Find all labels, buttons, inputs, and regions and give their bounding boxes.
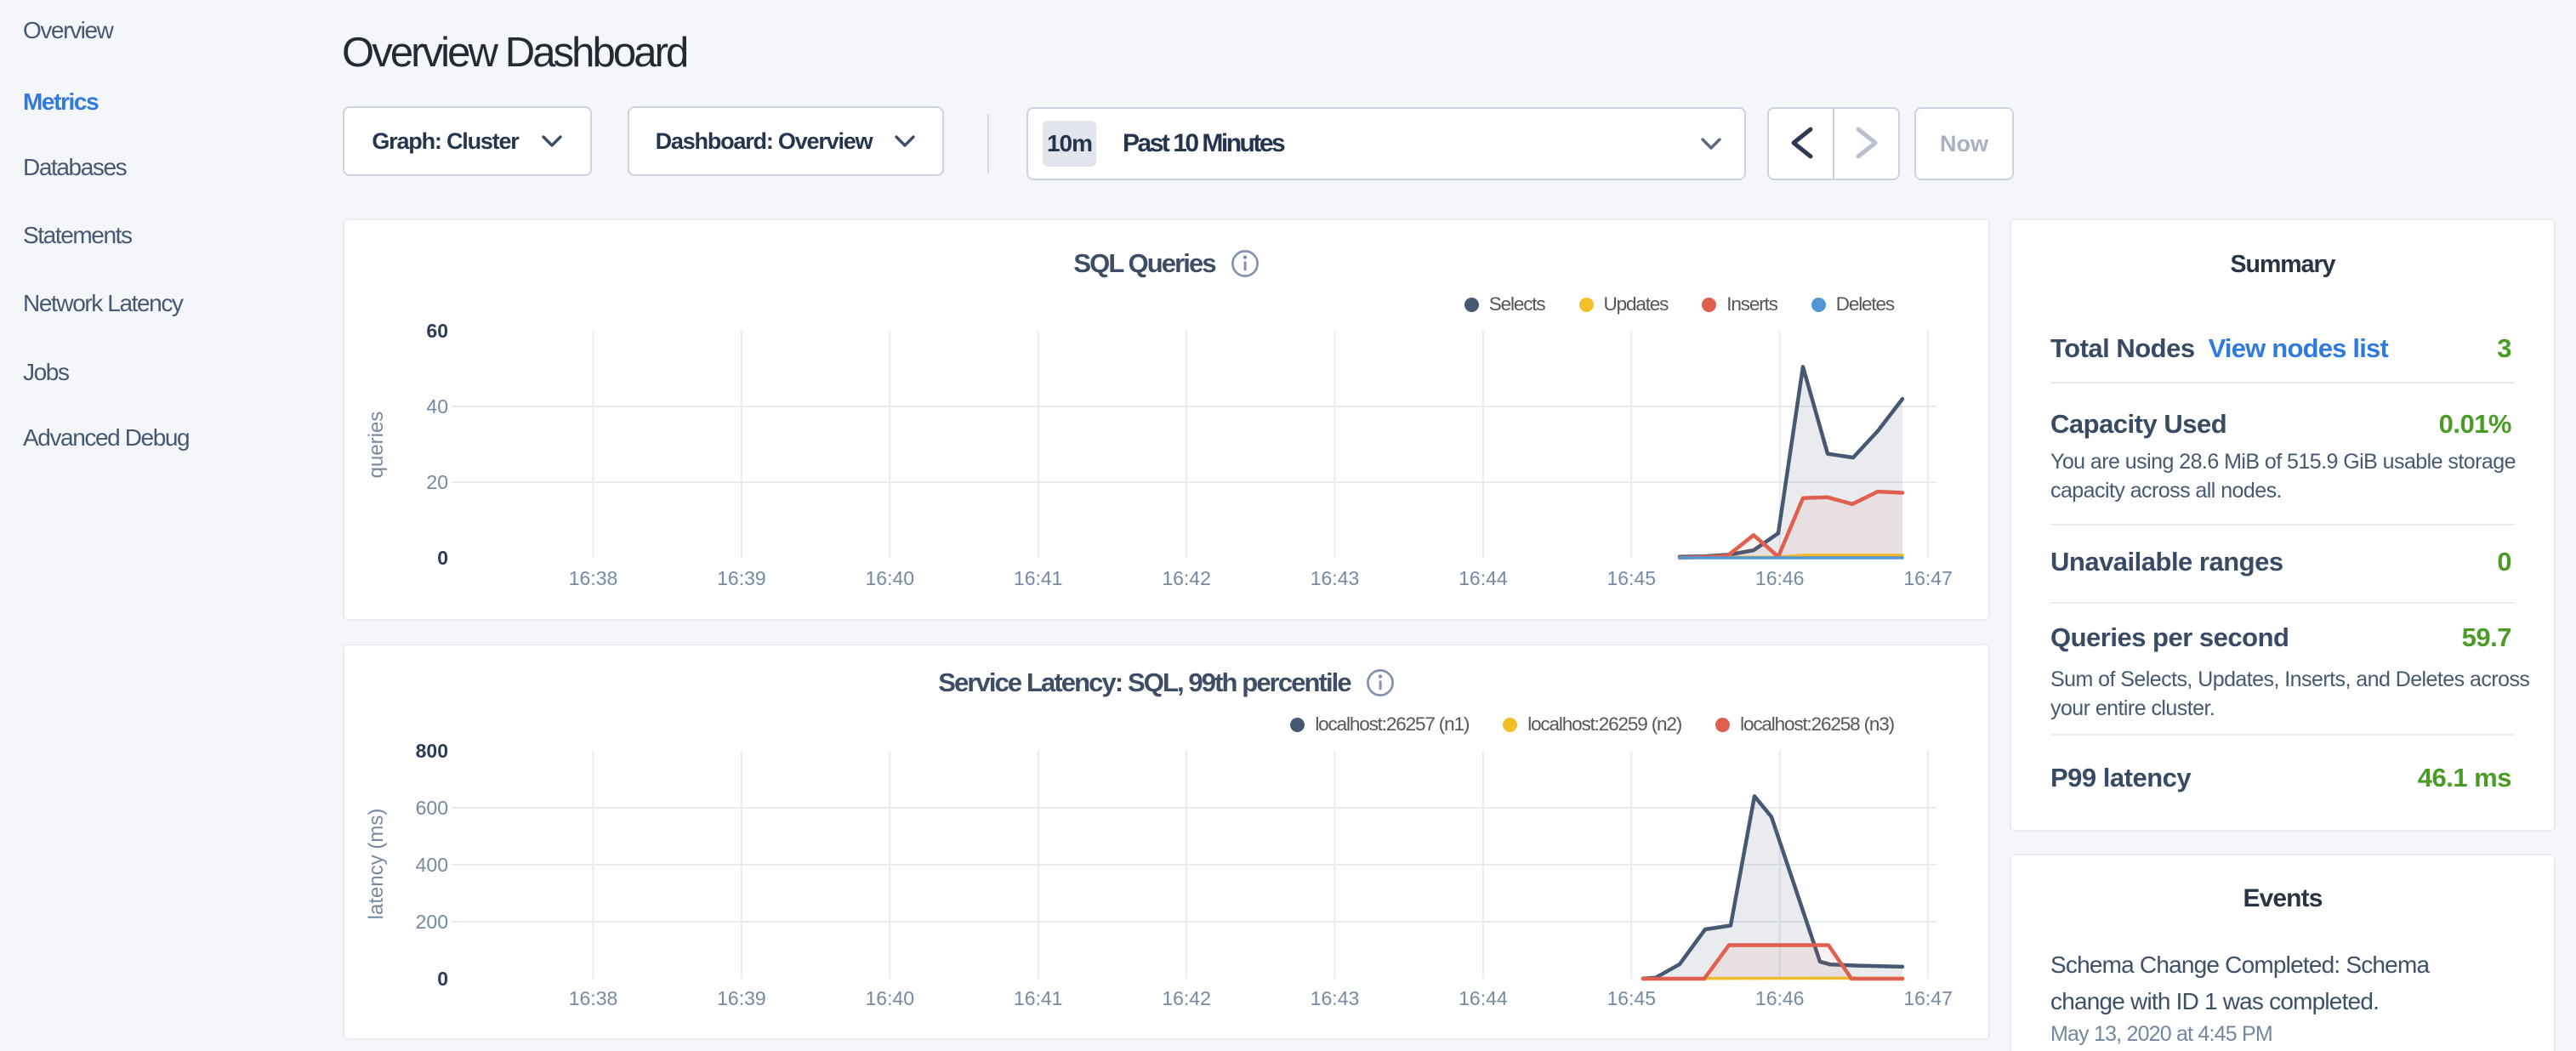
svg-text:16:45: 16:45: [1607, 987, 1657, 1009]
svg-text:16:46: 16:46: [1755, 987, 1805, 1009]
svg-text:queries: queries: [365, 412, 388, 479]
svg-text:16:38: 16:38: [569, 567, 618, 589]
svg-text:600: 600: [416, 797, 448, 819]
svg-text:16:43: 16:43: [1311, 987, 1360, 1009]
svg-text:latency (ms): latency (ms): [365, 809, 388, 920]
svg-text:16:47: 16:47: [1903, 987, 1953, 1009]
svg-text:400: 400: [416, 854, 448, 876]
svg-text:16:41: 16:41: [1014, 987, 1063, 1009]
svg-text:40: 40: [426, 395, 448, 418]
svg-text:16:40: 16:40: [866, 567, 915, 589]
svg-text:0: 0: [437, 968, 448, 990]
svg-text:16:44: 16:44: [1459, 987, 1508, 1009]
svg-text:16:41: 16:41: [1014, 567, 1063, 589]
svg-text:60: 60: [426, 320, 448, 342]
svg-text:16:40: 16:40: [866, 987, 915, 1009]
svg-text:16:47: 16:47: [1903, 567, 1953, 589]
svg-text:16:39: 16:39: [717, 987, 766, 1009]
svg-text:0: 0: [437, 547, 448, 569]
svg-text:200: 200: [416, 911, 448, 933]
svg-text:16:44: 16:44: [1459, 567, 1508, 589]
svg-text:20: 20: [426, 471, 448, 493]
svg-text:16:42: 16:42: [1162, 987, 1211, 1009]
svg-text:16:39: 16:39: [717, 567, 766, 589]
svg-text:16:38: 16:38: [569, 987, 618, 1009]
svg-text:16:43: 16:43: [1311, 567, 1360, 589]
svg-text:800: 800: [416, 740, 448, 762]
svg-text:16:42: 16:42: [1162, 567, 1211, 589]
svg-text:16:46: 16:46: [1755, 567, 1805, 589]
svg-text:16:45: 16:45: [1607, 567, 1657, 589]
